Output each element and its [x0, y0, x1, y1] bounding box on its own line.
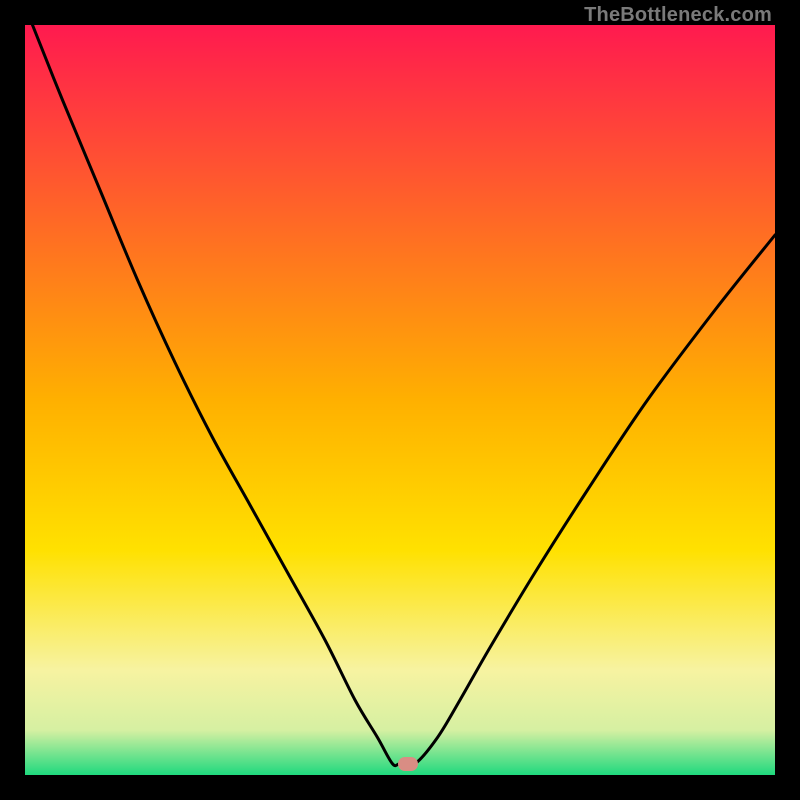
watermark-text: TheBottleneck.com	[584, 4, 772, 27]
optimal-point-marker	[398, 757, 418, 771]
chart-frame: TheBottleneck.com	[0, 0, 800, 800]
bottleneck-curve	[25, 25, 775, 775]
plot-area	[25, 25, 775, 775]
